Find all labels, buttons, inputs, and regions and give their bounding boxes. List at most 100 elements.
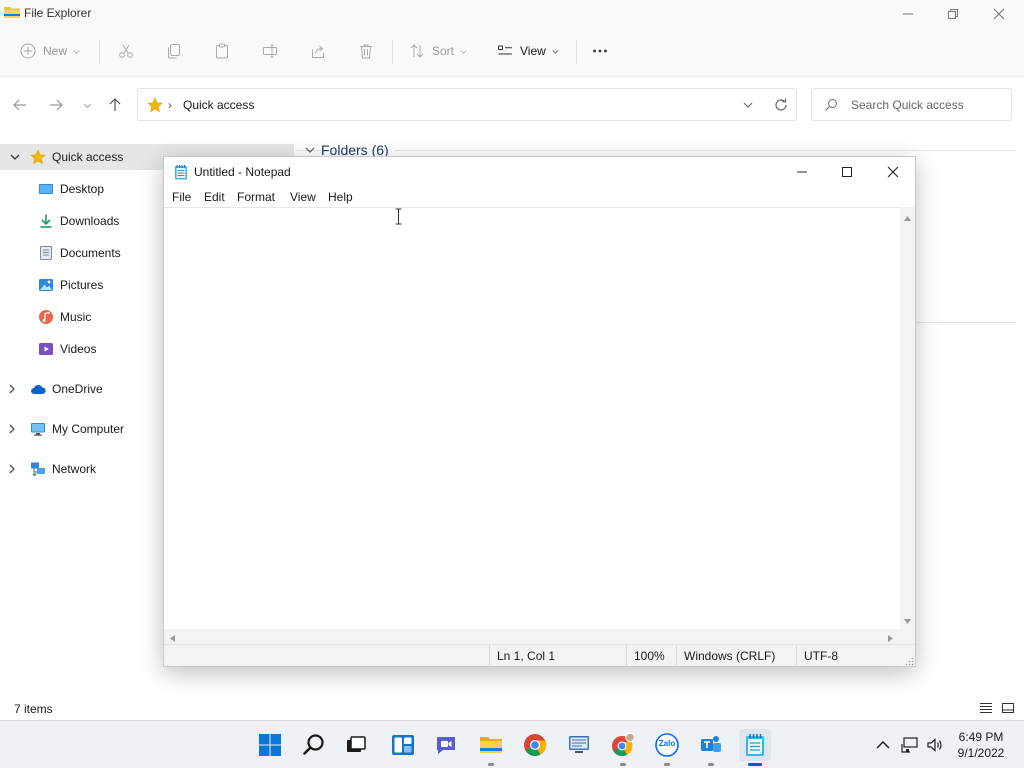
taskbar-chrome[interactable] [519,729,551,761]
chevron-right-icon[interactable] [6,383,18,395]
copy-button[interactable] [166,38,182,64]
menu-file[interactable]: File [172,190,191,204]
back-button[interactable] [10,95,30,115]
notepad-menu-bar: File Edit Format View Help [164,187,915,207]
menu-edit[interactable]: Edit [204,190,225,204]
zalo-label: Zalo [658,739,676,748]
view-button[interactable]: View [497,38,560,64]
nav-item-desktop[interactable]: Desktop [38,176,104,202]
scroll-down-icon[interactable] [903,615,912,624]
show-hidden-icons-button[interactable] [874,736,892,754]
address-bar[interactable]: › Quick access [137,88,797,121]
details-view-button[interactable] [979,701,993,715]
notepad-minimize-button[interactable] [779,157,825,187]
item-count: 7 items [14,702,53,716]
scroll-left-icon[interactable] [168,632,177,642]
notepad-maximize-button[interactable] [824,157,870,187]
search-input[interactable]: Search Quick access [811,88,1012,121]
nav-item-videos[interactable]: Videos [38,336,96,362]
notepad-text-area[interactable] [164,207,900,629]
search-icon [824,98,838,112]
nav-item-onedrive[interactable]: OneDrive [9,376,103,402]
nav-item-network[interactable]: Network [9,456,96,482]
chevron-right-icon[interactable] [6,463,18,475]
explorer-title: File Explorer [24,6,92,20]
notepad-titlebar[interactable]: Untitled - Notepad [164,157,915,187]
active-indicator [748,763,762,766]
menu-help[interactable]: Help [328,190,353,204]
resize-grip-icon[interactable] [905,655,914,666]
nav-item-my-computer[interactable]: My Computer [9,416,125,442]
toolbar-divider [99,40,100,64]
new-button[interactable]: New [20,38,81,64]
taskbar-search-button[interactable] [298,729,330,761]
minimize-icon [796,166,808,178]
desktop-icon [38,181,54,197]
chrome-icon [523,733,547,757]
explorer-restore-button[interactable] [930,0,976,28]
arrow-left-icon [13,98,27,112]
sort-button[interactable]: Sort [409,38,468,64]
taskbar-chrome-profile[interactable] [607,729,639,766]
see-more-button[interactable] [592,38,608,64]
nav-item-documents[interactable]: Documents [38,240,121,266]
start-button[interactable] [254,729,286,761]
delete-button[interactable] [358,38,374,64]
paste-button[interactable] [214,38,230,64]
menu-view[interactable]: View [290,190,316,204]
widgets-icon [391,733,415,757]
view-list-icon [497,43,513,59]
explorer-minimize-button[interactable] [885,0,931,28]
chat-icon [434,733,458,757]
taskbar-clock[interactable]: 6:49 PM 9/1/2022 [944,729,1018,761]
remote-desktop-icon [567,733,591,757]
network-icon [30,461,46,477]
scroll-right-icon[interactable] [886,632,895,642]
forward-button[interactable] [46,95,66,115]
recent-locations-button[interactable] [77,95,97,115]
nav-item-pictures[interactable]: Pictures [38,272,103,298]
task-view-button[interactable] [340,729,372,761]
videos-icon [38,341,54,357]
trash-icon [358,43,374,59]
up-button[interactable] [105,95,125,115]
chevron-up-icon [874,736,892,754]
tiles-view-button[interactable] [1001,701,1015,715]
vertical-scrollbar[interactable] [900,207,915,629]
chat-button[interactable] [430,729,462,761]
rename-button[interactable] [262,38,278,64]
nav-item-label: OneDrive [52,382,103,396]
taskbar-file-explorer[interactable] [475,729,507,766]
breadcrumb-quick-access[interactable]: Quick access [183,98,254,112]
explorer-close-button[interactable] [976,0,1022,28]
taskbar-zalo[interactable]: Zalo [651,729,683,766]
volume-button[interactable] [926,736,944,754]
notepad-close-button[interactable] [870,157,916,187]
explorer-titlebar[interactable]: File Explorer [0,0,1024,28]
horizontal-scrollbar[interactable] [164,629,900,644]
notepad-title: Untitled - Notepad [194,165,291,179]
taskbar-remote-desktop[interactable] [563,729,595,761]
chevron-down-icon[interactable] [9,151,21,163]
folder-icon [479,733,503,757]
explorer-status-bar: 7 items [0,697,1024,720]
search-icon [302,733,326,757]
running-indicator [708,763,714,766]
scroll-up-icon[interactable] [903,212,912,221]
taskbar-teams[interactable] [695,729,727,766]
address-history-button[interactable] [741,98,755,112]
refresh-button[interactable] [773,97,789,113]
nav-item-label: My Computer [52,422,125,436]
taskbar-notepad[interactable] [739,729,771,766]
nav-item-downloads[interactable]: Downloads [38,208,119,234]
chevron-right-icon[interactable] [6,423,18,435]
computer-icon [30,421,46,437]
network-status-button[interactable] [901,736,919,754]
wired-network-icon [901,736,919,754]
nav-item-label: Downloads [60,214,120,228]
cut-button[interactable] [118,38,134,64]
nav-item-music[interactable]: Music [38,304,91,330]
widgets-button[interactable] [387,729,419,761]
menu-format[interactable]: Format [237,190,275,204]
share-button[interactable] [310,38,326,64]
